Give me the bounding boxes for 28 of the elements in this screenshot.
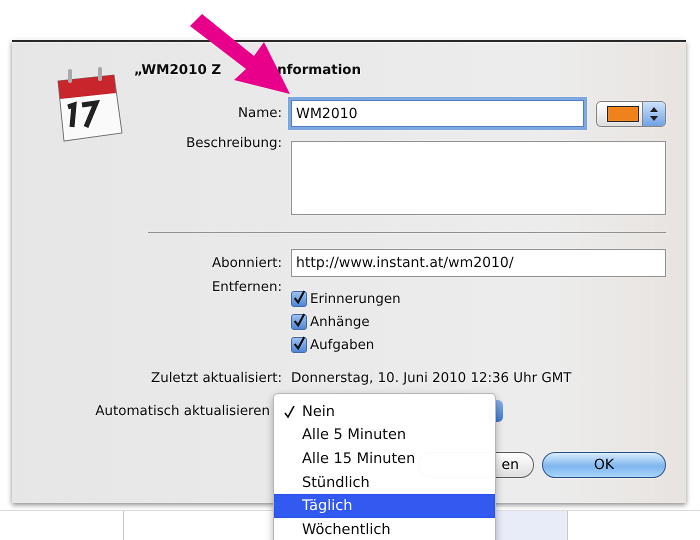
- dialog-title: nformation: [277, 63, 362, 78]
- field-label: Zuletzt aktualisiert:: [150, 371, 282, 386]
- menu-item[interactable]: Täglich: [274, 494, 495, 518]
- checkbox-label: Anhänge: [310, 314, 370, 330]
- menu-item[interactable]: Alle 5 Minuten: [274, 424, 495, 448]
- field-label: Automatisch aktualisieren: [94, 404, 271, 418]
- field-label: Entfernen:: [210, 279, 282, 295]
- dialog-button[interactable]: OK: [542, 452, 666, 478]
- url-field[interactable]: http://www.instant.at/wm2010/: [291, 249, 666, 277]
- checkbox[interactable]: [291, 291, 307, 307]
- field-label: Name:: [236, 106, 282, 121]
- color-popup-button[interactable]: [596, 100, 666, 126]
- name-field[interactable]: WM2010: [291, 100, 584, 127]
- checkbox-label: Aufgaben: [310, 338, 374, 352]
- description-field[interactable]: [291, 141, 666, 215]
- checkmark-icon: [284, 406, 295, 418]
- field-label: Abonniert:: [210, 256, 282, 270]
- menu-item[interactable]: Wöchentlich: [274, 518, 495, 540]
- dialog-title: „WM2010 Z: [134, 63, 222, 78]
- last-updated-value: Donnerstag, 10. Juni 2010 12:36 Uhr GMT: [290, 371, 572, 386]
- field-label: Beschreibung:: [185, 135, 282, 151]
- menu-item[interactable]: Stündlich: [274, 470, 495, 494]
- checkbox[interactable]: [291, 314, 307, 330]
- checkbox-label: Erinnerungen: [310, 292, 401, 306]
- menu-item[interactable]: Alle 15 Minuten: [274, 447, 495, 471]
- checkbox[interactable]: [291, 337, 307, 353]
- stepper-arrows-icon: [650, 106, 658, 120]
- menu-item[interactable]: Nein: [274, 400, 495, 424]
